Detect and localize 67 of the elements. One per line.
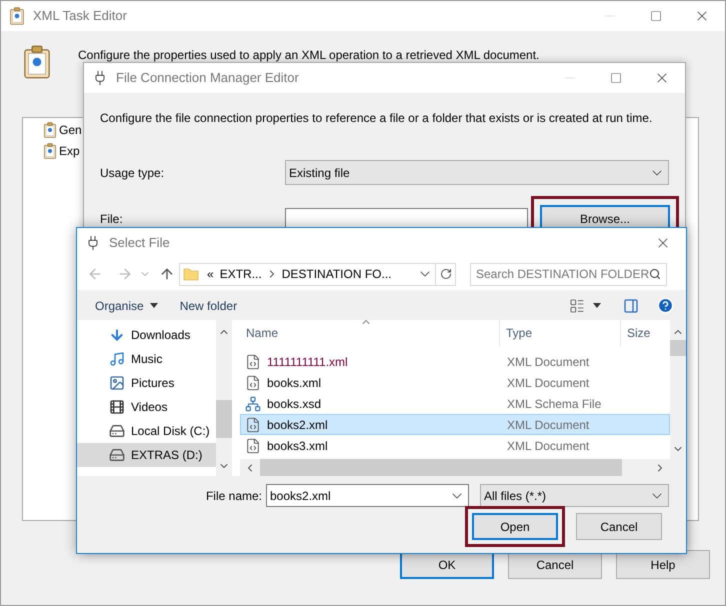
search-field[interactable]: Search DESTINATION FOLDER [470,262,667,286]
clipboard-icon [43,143,57,159]
address-bar[interactable]: « EXTR... DESTINATION FO... [179,262,456,286]
navigation-item[interactable]: EXTRAS (D:) [77,443,216,467]
music-note-icon [109,351,125,367]
clipboard-icon [43,122,57,138]
picture-icon [109,375,125,391]
column-header[interactable]: Name [240,320,500,346]
window-title: Select File [109,234,170,252]
xml-file-icon [245,416,261,432]
caret-icon[interactable] [593,303,601,308]
file-row[interactable]: books.xsd XML Schema File [240,393,670,414]
clipboard-icon [9,7,25,25]
search-icon [649,268,661,280]
preview-pane-icon[interactable] [623,298,639,314]
path-segment[interactable]: EXTR... [220,265,262,283]
column-header[interactable]: Type [500,320,621,346]
navigation-item[interactable]: Local Disk (C:) [77,419,216,443]
refresh-icon[interactable] [440,268,452,280]
scroll-thumb[interactable] [260,459,622,476]
maximize-icon[interactable] [650,10,662,22]
xml-file-icon [245,438,261,454]
file-row[interactable]: books3.xml XML Document [240,435,670,456]
file-type-dropdown[interactable]: All files (*.*) [480,484,669,507]
drive-icon [109,423,125,439]
drive-icon [109,447,125,463]
dialog-button[interactable]: Help [616,550,710,579]
caret-icon [150,303,158,308]
navigation-item[interactable]: Music [77,347,216,371]
xml-file-icon [245,374,261,390]
scroll-thumb[interactable] [216,400,232,438]
film-icon [109,399,125,415]
file-row[interactable]: books.xml XML Document [240,372,670,393]
editor-description: Configure the properties used to apply an XML operation to a retrieved XML document. [78,47,540,62]
window-title: File Connection Manager Editor [116,69,299,88]
navigation-item[interactable]: Videos [77,395,216,419]
column-header[interactable]: Size [621,320,670,346]
scrollbar[interactable] [240,459,686,476]
usage-type-dropdown[interactable]: Existing file [285,160,669,185]
dialog-button[interactable]: Open [472,513,558,540]
tree-item[interactable]: Gen [59,121,82,139]
window-title: XML Task Editor [33,7,127,26]
file-name-label: File name: [206,488,262,504]
maximize-icon[interactable] [610,72,622,84]
up-icon[interactable] [159,266,175,282]
help-icon[interactable] [657,297,674,314]
path-overflow[interactable]: « [207,265,214,283]
usage-type-label: Usage type: [100,164,166,182]
dialog-description: Configure the file connection properties to reference a file or a folder that exists or is created at run time. [100,110,654,127]
file-row[interactable]: 1111111111.xml XML Document [240,351,670,372]
file-row[interactable]: books2.xml XML Document [240,414,670,435]
file-name-field[interactable]: books2.xml [266,484,469,507]
xml-file-icon [245,354,261,370]
file-label: File: [100,211,124,228]
clipboard-icon [22,45,52,79]
toolbar-button[interactable]: New folder [180,296,238,314]
navigation-item[interactable]: Downloads [77,323,216,347]
tree-item[interactable]: Exp [59,142,80,160]
toolbar-button[interactable]: Organise [95,296,158,314]
download-icon [109,327,125,343]
path-segment[interactable]: DESTINATION FO... [282,265,392,283]
scroll-thumb[interactable] [670,340,686,356]
folder-icon [183,266,199,282]
navigation-item[interactable]: Pictures [77,371,216,395]
dialog-button[interactable]: Cancel [576,513,662,540]
schema-file-icon [245,396,261,412]
view-options-icon[interactable] [569,298,585,314]
